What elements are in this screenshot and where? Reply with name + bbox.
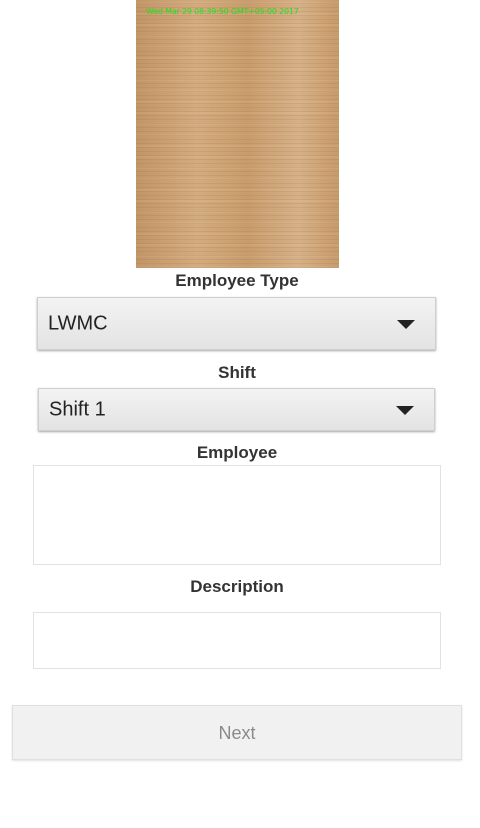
- shift-selected: Shift 1: [49, 398, 106, 420]
- photo-timestamp: Wed Mar 29 08:39:50 GMT+05:00 2017: [146, 7, 299, 16]
- description-field-container: [33, 612, 441, 669]
- employee-field-container: [33, 465, 441, 565]
- shift-label: Shift: [218, 363, 256, 382]
- employee-type-selected: LWMC: [48, 312, 108, 334]
- description-field[interactable]: [34, 613, 440, 668]
- description-label: Description: [190, 577, 284, 596]
- next-button[interactable]: Next: [12, 705, 462, 760]
- chevron-down-icon: [396, 405, 414, 415]
- employee-type-dropdown[interactable]: LWMC: [37, 297, 436, 350]
- employee-type-label: Employee Type: [175, 271, 299, 290]
- shift-dropdown[interactable]: Shift 1: [38, 388, 435, 431]
- chevron-down-icon: [397, 319, 415, 329]
- employee-label: Employee: [196, 443, 278, 462]
- captured-photo: Wed Mar 29 08:39:50 GMT+05:00 2017: [136, 0, 339, 268]
- employee-field[interactable]: [34, 466, 440, 564]
